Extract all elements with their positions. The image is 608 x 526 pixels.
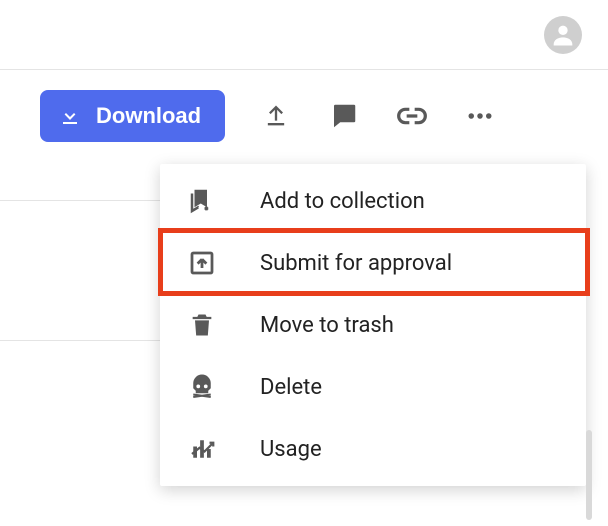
usage-chart-icon (184, 434, 220, 464)
top-bar (0, 0, 608, 70)
menu-item-label: Submit for approval (260, 251, 452, 276)
collection-add-icon (184, 186, 220, 216)
download-button[interactable]: Download (40, 90, 225, 142)
link-button[interactable] (395, 99, 429, 133)
menu-delete[interactable]: Delete (160, 356, 586, 418)
chat-icon (329, 101, 359, 131)
divider (0, 340, 160, 341)
menu-move-to-trash[interactable]: Move to trash (160, 294, 586, 356)
link-icon (396, 100, 428, 132)
user-icon (549, 21, 577, 49)
trash-icon (184, 311, 220, 339)
more-actions-menu: Add to collection Submit for approval Mo… (160, 164, 586, 486)
download-icon (58, 104, 82, 128)
more-horizontal-icon (465, 101, 495, 131)
menu-item-label: Usage (260, 437, 322, 462)
menu-item-label: Move to trash (260, 313, 394, 338)
skull-icon (184, 372, 220, 402)
menu-submit-for-approval[interactable]: Submit for approval (160, 232, 586, 294)
menu-item-label: Delete (260, 375, 322, 400)
avatar[interactable] (544, 16, 582, 54)
comment-button[interactable] (327, 99, 361, 133)
upload-button[interactable] (259, 99, 293, 133)
download-label: Download (96, 103, 201, 129)
menu-item-label: Add to collection (260, 189, 425, 214)
submit-approval-icon (184, 248, 220, 278)
more-button[interactable] (463, 99, 497, 133)
divider (0, 200, 160, 201)
menu-add-to-collection[interactable]: Add to collection (160, 170, 586, 232)
scrollbar-thumb[interactable] (586, 430, 592, 520)
action-toolbar: Download (0, 70, 608, 162)
menu-usage[interactable]: Usage (160, 418, 586, 480)
upload-icon (262, 102, 290, 130)
